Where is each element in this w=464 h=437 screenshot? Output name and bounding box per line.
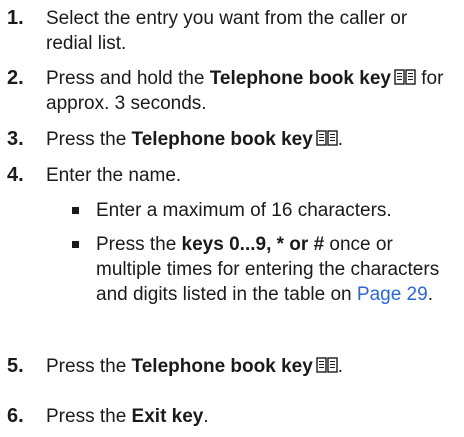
step-text: Enter the name. <box>46 165 182 186</box>
bullet-text: Press the keys 0...9, * or # once or mul… <box>96 232 458 307</box>
bullet-text-pre: Press the <box>96 234 182 255</box>
exit-key-label: Exit key <box>131 406 204 427</box>
telephone-book-key-label: Telephone book key <box>131 356 313 377</box>
step-number: 6. <box>7 405 24 427</box>
telephone-book-key-label: Telephone book key <box>131 129 313 150</box>
bullet-square-icon <box>72 241 79 248</box>
step-text-post: . <box>203 406 209 427</box>
step-number: 1. <box>7 7 24 29</box>
step-text-pre: Press the <box>46 129 132 150</box>
phonebook-icon <box>316 357 338 374</box>
step-text: Select the entry you want from the calle… <box>46 8 408 54</box>
step-text-post: . <box>337 129 344 150</box>
bullet-text-post: . <box>427 284 433 305</box>
step-text-pre: Press the <box>46 406 132 427</box>
page-29-link[interactable]: Page 29 <box>357 284 428 305</box>
step-text: Press the Exit key. <box>46 404 456 429</box>
step-text: Press the Telephone book key. <box>46 127 456 152</box>
step-number: 4. <box>7 164 24 186</box>
step-number: 2. <box>7 67 24 89</box>
instruction-page: 1. Select the entry you want from the ca… <box>0 0 464 437</box>
step-text: Press the Telephone book key. <box>46 354 456 379</box>
step-text: Press and hold the Telephone book key fo… <box>46 66 456 116</box>
step-number: 5. <box>7 355 24 377</box>
step-text-pre: Press and hold the <box>46 68 210 89</box>
step-text-post: . <box>337 356 344 377</box>
telephone-book-key-label: Telephone book key <box>209 68 391 89</box>
keys-label: keys 0...9, * or # <box>181 234 325 255</box>
step-number: 3. <box>7 128 24 150</box>
bullet-square-icon <box>72 207 79 214</box>
bullet-text: Enter a maximum of 16 characters. <box>96 200 392 221</box>
phonebook-icon <box>394 69 416 86</box>
phonebook-icon <box>316 130 338 147</box>
step-text-pre: Press the <box>46 356 132 377</box>
